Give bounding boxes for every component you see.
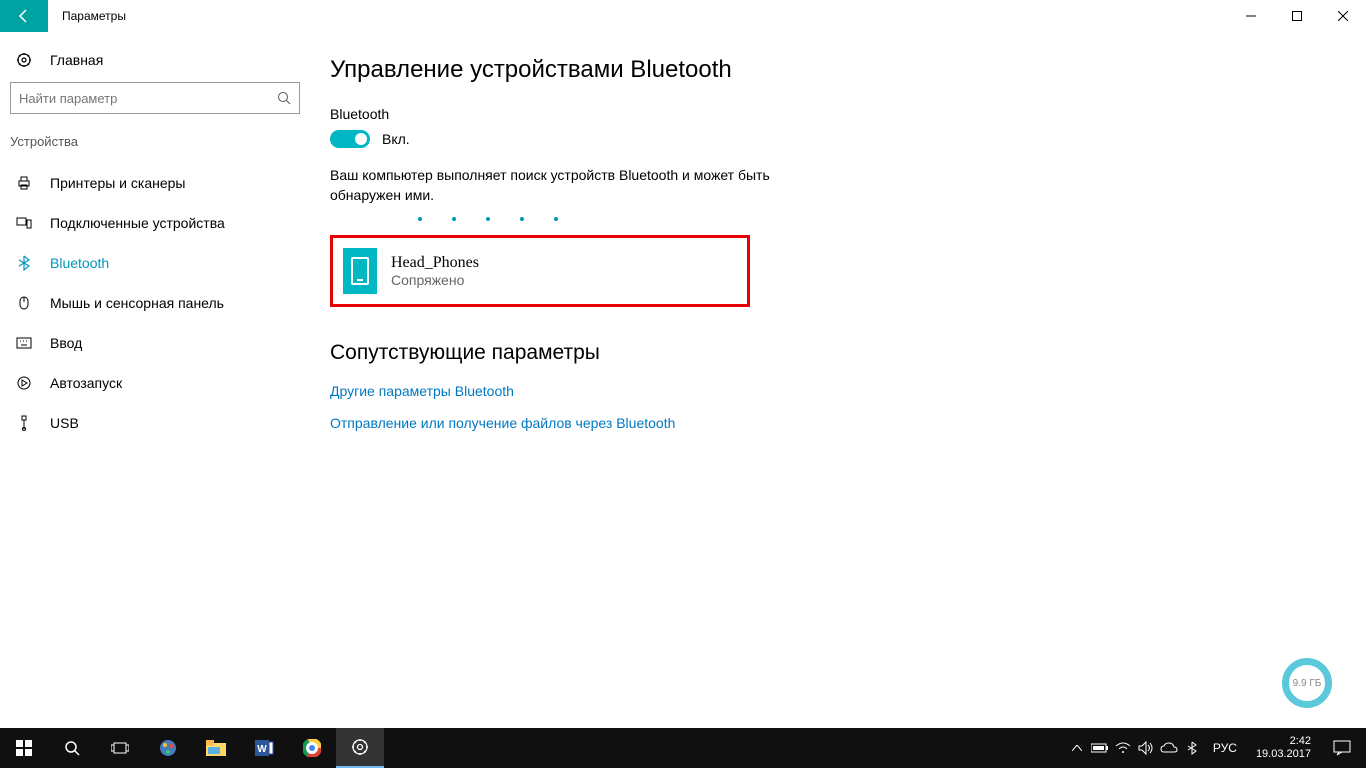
tray-chevron-icon[interactable]	[1067, 728, 1087, 768]
taskbar-app-explorer[interactable]	[192, 728, 240, 768]
home-label: Главная	[50, 52, 103, 68]
bluetooth-toggle[interactable]	[330, 130, 370, 148]
close-button[interactable]	[1320, 0, 1366, 32]
page-title: Управление устройствами Bluetooth	[330, 56, 1346, 84]
nav-connected-devices[interactable]: Подключенные устройства	[0, 203, 310, 243]
nav-label: Bluetooth	[50, 255, 109, 271]
search-taskbar-button[interactable]	[48, 728, 96, 768]
minimize-button[interactable]	[1228, 0, 1274, 32]
main-content: Управление устройствами Bluetooth Blueto…	[310, 32, 1366, 728]
tray-onedrive-icon[interactable]	[1159, 728, 1179, 768]
sidebar-section-label: Устройства	[0, 128, 310, 163]
nav-label: Ввод	[50, 335, 82, 351]
titlebar: Параметры	[0, 0, 1366, 32]
back-button[interactable]	[0, 0, 48, 32]
nav-autoplay[interactable]: Автозапуск	[0, 363, 310, 403]
nav-mouse[interactable]: Мышь и сенсорная панель	[0, 283, 310, 323]
toggle-state-label: Вкл.	[382, 131, 410, 147]
sidebar: Главная Устройства Принтеры и сканеры По…	[0, 32, 310, 728]
tray-battery-icon[interactable]	[1090, 728, 1110, 768]
taskbar: W РУС 2:42 19.03.2017	[0, 728, 1366, 768]
tray-wifi-icon[interactable]	[1113, 728, 1133, 768]
device-status: Сопряжено	[391, 272, 479, 288]
taskbar-app-paint[interactable]	[144, 728, 192, 768]
action-center-button[interactable]	[1322, 740, 1362, 756]
taskbar-date: 19.03.2017	[1256, 748, 1311, 761]
nav-label: Подключенные устройства	[50, 215, 225, 231]
device-name: Head_Phones	[391, 254, 479, 272]
nav-usb[interactable]: USB	[0, 403, 310, 443]
taskbar-app-chrome[interactable]	[288, 728, 336, 768]
devices-icon	[16, 215, 32, 231]
taskview-button[interactable]	[96, 728, 144, 768]
mouse-icon	[16, 295, 32, 311]
maximize-button[interactable]	[1274, 0, 1320, 32]
tray-volume-icon[interactable]	[1136, 728, 1156, 768]
usb-icon	[16, 415, 32, 431]
nav-label: Автозапуск	[50, 375, 122, 391]
gear-icon	[16, 52, 32, 68]
taskbar-time: 2:42	[1256, 735, 1311, 748]
bluetooth-icon	[16, 255, 32, 271]
svg-text:W: W	[257, 744, 267, 755]
start-button[interactable]	[0, 728, 48, 768]
nav-typing[interactable]: Ввод	[0, 323, 310, 363]
taskbar-clock[interactable]: 2:42 19.03.2017	[1248, 735, 1319, 761]
nav-label: Мышь и сенсорная панель	[50, 295, 224, 311]
toggle-section-label: Bluetooth	[330, 106, 1346, 122]
search-input-wrap[interactable]	[10, 82, 300, 114]
nav-printers[interactable]: Принтеры и сканеры	[0, 163, 310, 203]
taskbar-app-word[interactable]: W	[240, 728, 288, 768]
related-settings-title: Сопутствующие параметры	[330, 341, 1346, 365]
search-status-text: Ваш компьютер выполняет поиск устройств …	[330, 166, 770, 205]
device-phone-icon	[343, 248, 377, 294]
printer-icon	[16, 175, 32, 191]
home-link[interactable]: Главная	[0, 42, 310, 78]
searching-indicator	[330, 211, 1346, 227]
link-more-bluetooth-options[interactable]: Другие параметры Bluetooth	[330, 383, 1346, 399]
device-item[interactable]: Head_Phones Сопряжено	[330, 235, 750, 307]
storage-overlay-text: 9.9 ГБ	[1293, 678, 1322, 689]
language-indicator[interactable]: РУС	[1205, 741, 1245, 755]
window-title: Параметры	[62, 9, 126, 23]
keyboard-icon	[16, 337, 32, 349]
link-send-receive-files[interactable]: Отправление или получение файлов через B…	[330, 415, 1346, 431]
nav-bluetooth[interactable]: Bluetooth	[0, 243, 310, 283]
tray-bluetooth-icon[interactable]	[1182, 728, 1202, 768]
storage-overlay-badge[interactable]: 9.9 ГБ	[1282, 658, 1332, 708]
taskbar-app-settings[interactable]	[336, 728, 384, 768]
nav-label: USB	[50, 415, 79, 431]
search-input[interactable]	[19, 91, 277, 106]
autoplay-icon	[16, 375, 32, 391]
search-icon	[277, 91, 291, 105]
nav-label: Принтеры и сканеры	[50, 175, 185, 191]
